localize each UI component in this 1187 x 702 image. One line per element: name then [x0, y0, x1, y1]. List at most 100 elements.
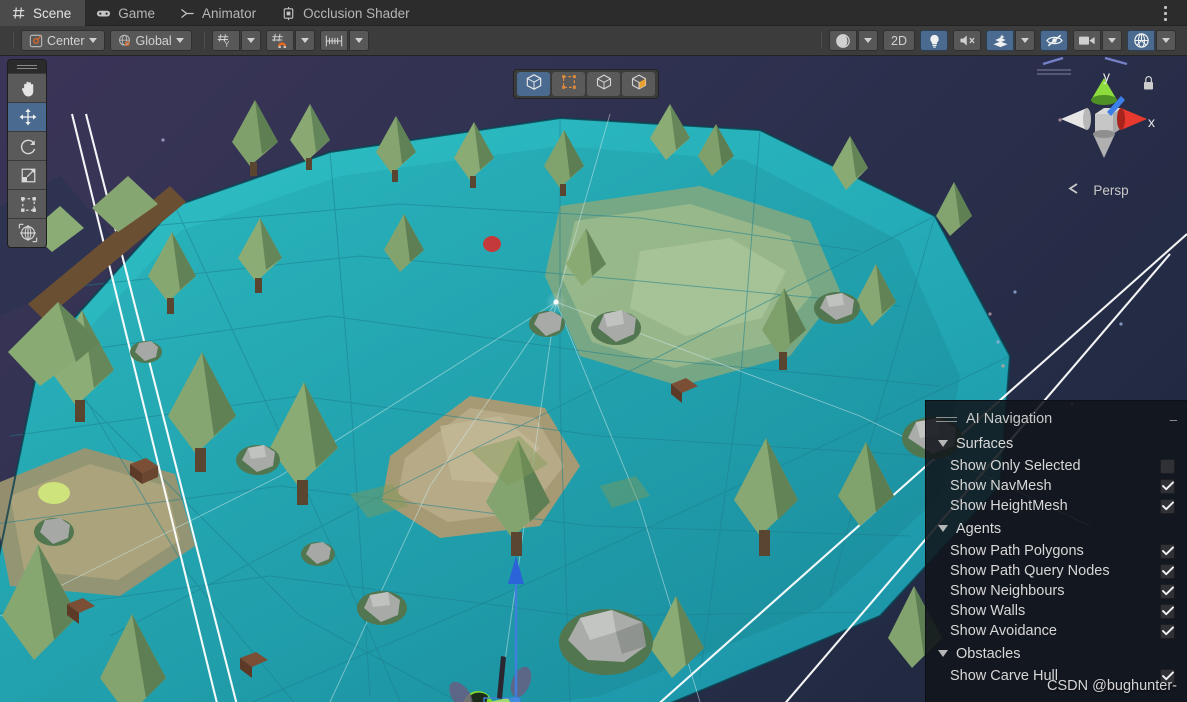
transform-icon: [18, 223, 38, 243]
grid-plane-button[interactable]: Y: [211, 30, 240, 51]
selection-frame-icon: [560, 73, 578, 96]
checkbox-show-path-polygons[interactable]: [1160, 543, 1175, 559]
row-show-heightmesh[interactable]: Show HeightMesh: [926, 496, 1187, 516]
chevron-down-icon: [938, 650, 948, 657]
orientation-overlay: [513, 69, 659, 99]
chevron-down-icon: [1162, 38, 1170, 43]
pivot-mode-label: Center: [47, 33, 85, 48]
scene-fx-dropdown[interactable]: [1015, 30, 1035, 51]
shading-mode-button[interactable]: [829, 30, 857, 51]
hand-icon: [19, 79, 38, 98]
shading-mode-dropdown[interactable]: [858, 30, 878, 51]
pivot-icon: [29, 34, 43, 48]
panel-collapse-button[interactable]: –: [1170, 412, 1177, 427]
cube-outline-icon: [595, 73, 613, 96]
row-show-walls[interactable]: Show Walls: [926, 601, 1187, 621]
scene-toolbar: Center Global Y 2D: [0, 26, 1187, 56]
row-show-only-selected[interactable]: Show Only Selected: [926, 456, 1187, 476]
hand-tool[interactable]: [8, 73, 46, 102]
pivot-mode-button[interactable]: Center: [21, 30, 105, 51]
fx-particles-icon: [992, 33, 1009, 49]
scene-lighting-toggle[interactable]: [920, 30, 948, 51]
scene-orientation-gizmo[interactable]: y x Persp: [1029, 56, 1179, 206]
handle-space-label: Global: [135, 33, 172, 48]
handle-space-button[interactable]: Global: [109, 30, 192, 51]
toolbar-divider: [13, 32, 14, 49]
group-surfaces[interactable]: Surfaces: [926, 431, 1187, 456]
checkbox-show-walls[interactable]: [1160, 603, 1175, 619]
cube-handle-tool[interactable]: [517, 72, 550, 96]
row-show-neighbours[interactable]: Show Neighbours: [926, 581, 1187, 601]
checkbox-show-carve-hull[interactable]: [1160, 668, 1175, 684]
animator-icon: [180, 6, 195, 21]
selection-frame-tool[interactable]: [552, 72, 585, 96]
chevron-down-icon: [354, 38, 363, 43]
hidden-objects-toggle[interactable]: [1040, 30, 1068, 51]
row-show-carve-hull[interactable]: Show Carve Hull: [926, 666, 1187, 686]
grid-snap-button[interactable]: [265, 30, 294, 51]
group-agents[interactable]: Agents: [926, 516, 1187, 541]
ai-navigation-panel: AI Navigation – Surfaces Show Only Selec…: [925, 400, 1187, 702]
move-tool[interactable]: [8, 102, 46, 131]
scene-fx-toggle[interactable]: [986, 30, 1014, 51]
checkbox-show-avoidance[interactable]: [1160, 623, 1175, 639]
chevron-down-icon: [88, 38, 97, 43]
tab-label: Game: [118, 5, 156, 21]
gizmos-dropdown[interactable]: [1156, 30, 1176, 51]
tab-label: Animator: [202, 5, 257, 21]
chevron-down-icon: [1108, 38, 1116, 43]
checkbox-show-neighbours[interactable]: [1160, 583, 1175, 599]
scene-viewport[interactable]: y x Persp AI Navigation – Surfaces Show …: [0, 56, 1187, 702]
chevron-down-icon: [864, 38, 872, 43]
checkbox-show-only-selected[interactable]: [1160, 458, 1175, 474]
row-show-path-query-nodes[interactable]: Show Path Query Nodes: [926, 561, 1187, 581]
scene-camera-button[interactable]: [1073, 30, 1101, 51]
gizmo-projection-label[interactable]: Persp: [1029, 183, 1179, 198]
tab-animator[interactable]: Animator: [169, 0, 270, 26]
gizmos-toggle[interactable]: [1127, 30, 1155, 51]
kebab-menu-icon[interactable]: [1151, 0, 1179, 26]
grid-plane-dropdown[interactable]: [240, 30, 261, 51]
tab-game[interactable]: Game: [85, 0, 169, 26]
chevron-down-icon: [938, 525, 948, 532]
transform-tool[interactable]: [8, 218, 46, 247]
tab-scene[interactable]: Scene: [0, 0, 86, 26]
gamepad-icon: [96, 6, 111, 21]
grid-snap-dropdown[interactable]: [294, 30, 315, 51]
rect-transform-tool[interactable]: [8, 189, 46, 218]
scale-tool[interactable]: [8, 160, 46, 189]
cube-solid-tool[interactable]: [622, 72, 655, 96]
gizmo-axis-y-label: y: [1103, 68, 1110, 84]
scene-audio-toggle[interactable]: [953, 30, 981, 51]
row-show-avoidance[interactable]: Show Avoidance: [926, 621, 1187, 641]
panel-drag-handle-icon[interactable]: [936, 416, 957, 422]
scene-camera-dropdown[interactable]: [1102, 30, 1122, 51]
grid-size-button[interactable]: [319, 30, 348, 51]
rotate-tool[interactable]: [8, 131, 46, 160]
group-label: Surfaces: [956, 435, 1014, 452]
overlay-drag-handle[interactable]: [8, 60, 46, 73]
grid-icon: [11, 6, 26, 21]
group-obstacles[interactable]: Obstacles: [926, 641, 1187, 666]
scale-icon: [19, 166, 38, 185]
occlusion-icon: [281, 6, 296, 21]
tab-label: Scene: [33, 5, 72, 21]
ai-navigation-header[interactable]: AI Navigation: [926, 407, 1187, 431]
grid-size-dropdown[interactable]: [348, 30, 369, 51]
row-label: Show Only Selected: [950, 458, 1081, 474]
checkbox-show-navmesh[interactable]: [1160, 478, 1175, 494]
toolbar-divider: [203, 32, 205, 49]
eye-crossed-icon: [1045, 33, 1064, 48]
gizmos-globe-icon: [1133, 32, 1150, 49]
row-show-navmesh[interactable]: Show NavMesh: [926, 476, 1187, 496]
view-2d-toggle[interactable]: 2D: [883, 30, 915, 51]
row-show-path-polygons[interactable]: Show Path Polygons: [926, 541, 1187, 561]
checkbox-show-heightmesh[interactable]: [1160, 498, 1175, 514]
group-label: Obstacles: [956, 645, 1021, 662]
checkbox-show-path-query-nodes[interactable]: [1160, 563, 1175, 579]
tab-occlusion-shader[interactable]: Occlusion Shader: [270, 0, 424, 26]
lock-icon: [1144, 76, 1153, 90]
row-label: Show Carve Hull: [950, 668, 1058, 684]
tools-overlay: [7, 59, 47, 248]
cube-outline-tool[interactable]: [587, 72, 620, 96]
